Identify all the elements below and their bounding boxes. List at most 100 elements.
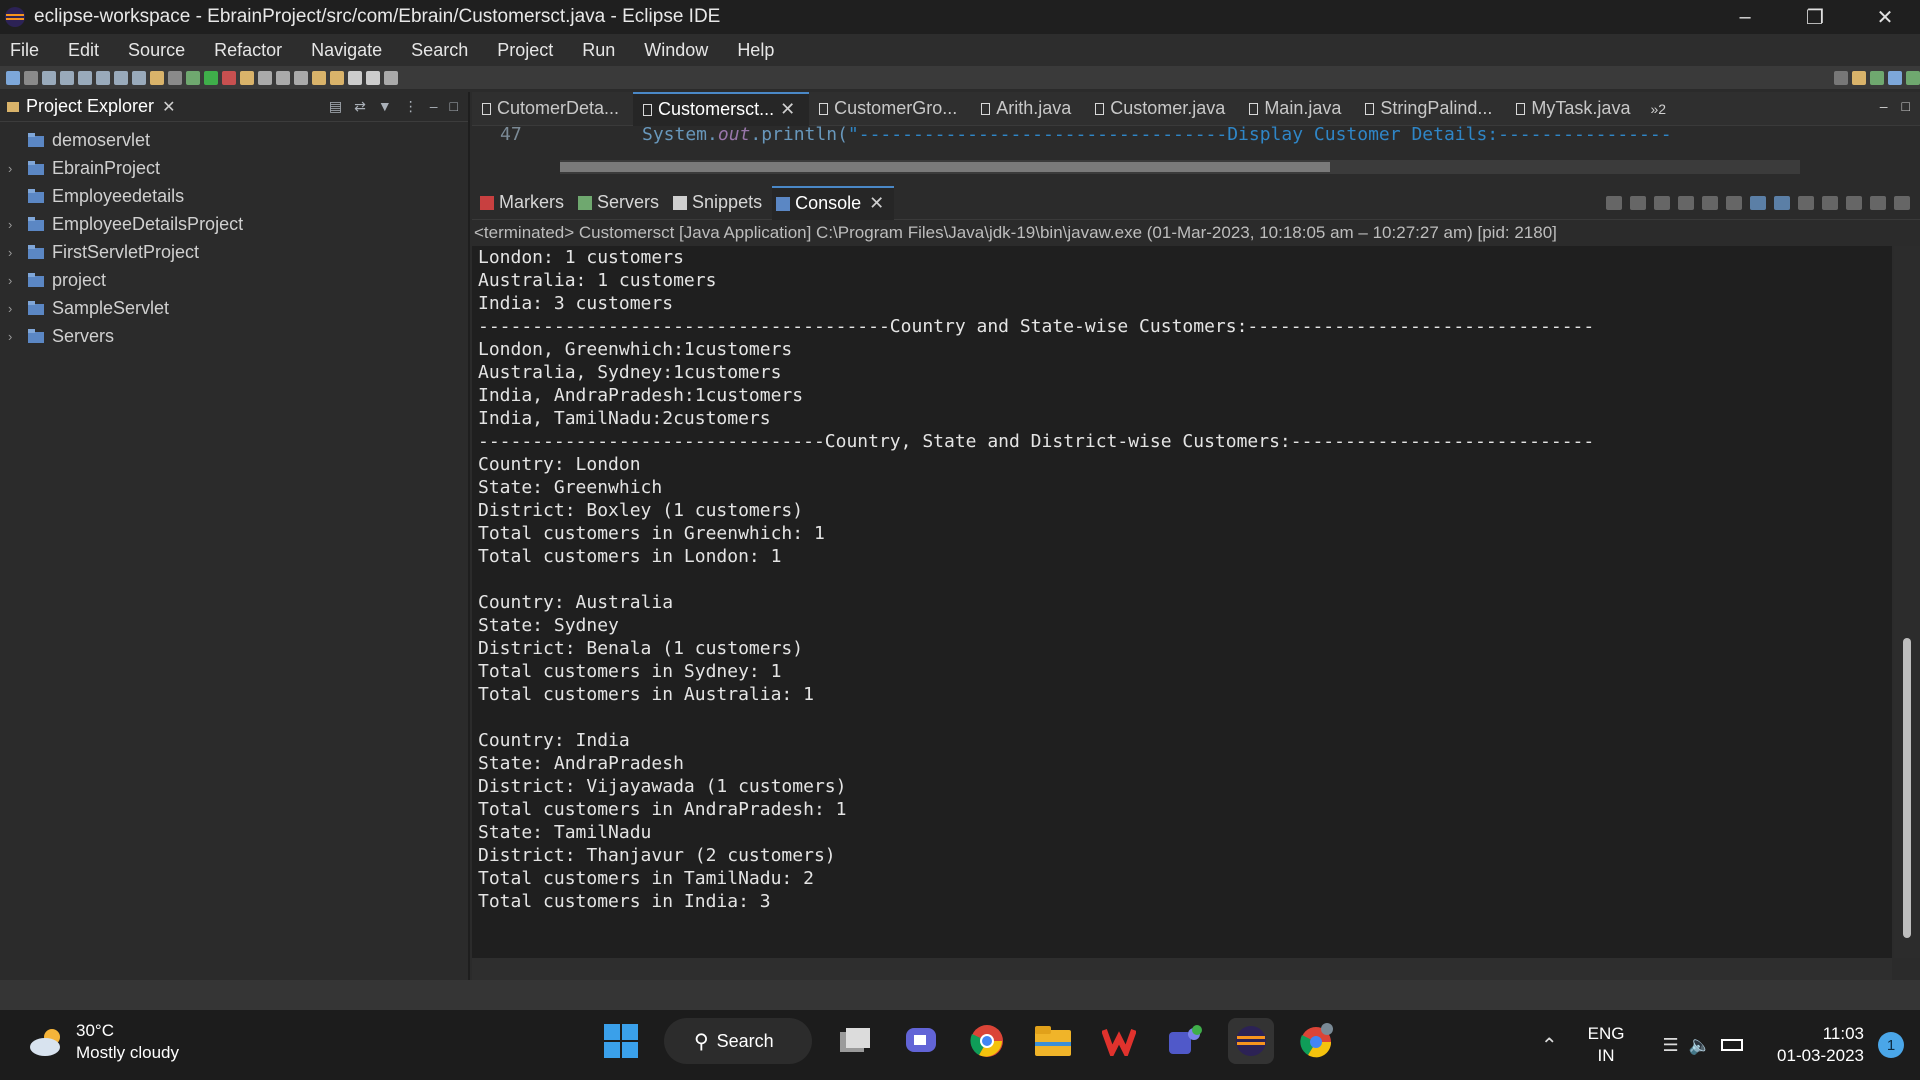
clock[interactable]: 11:03 01-03-2023 [1777, 1023, 1864, 1067]
tree-item[interactable]: demoservlet [0, 126, 468, 154]
show-stderr-icon[interactable] [1774, 196, 1790, 210]
tree-item[interactable]: › FirstServletProject [0, 238, 468, 266]
chrome-profile-icon[interactable] [1294, 1018, 1340, 1064]
menu-project[interactable]: Project [497, 40, 553, 61]
step-return-icon[interactable] [132, 70, 146, 85]
suspend-icon[interactable] [60, 70, 74, 85]
close-icon[interactable]: ✕ [780, 99, 795, 120]
remove-all-icon[interactable] [1654, 196, 1670, 210]
close-icon[interactable]: ✕ [162, 97, 175, 117]
tree-item[interactable]: › SampleServlet [0, 294, 468, 322]
tree-item[interactable]: › project [0, 266, 468, 294]
minimize-console-icon[interactable] [1870, 196, 1886, 210]
close-window-button[interactable]: ✕ [1850, 0, 1920, 34]
terminate-icon[interactable] [78, 70, 92, 85]
console-horizontal-scrollbar[interactable] [472, 958, 1892, 980]
forward-icon[interactable] [366, 70, 380, 85]
chrome-icon[interactable] [964, 1018, 1010, 1064]
console-vertical-scrollbar[interactable] [1894, 246, 1920, 958]
close-icon[interactable]: ✕ [869, 193, 884, 214]
scroll-lock-icon[interactable] [1702, 196, 1718, 210]
new-icon[interactable] [6, 70, 20, 85]
console-output[interactable]: London: 1 customers Australia: 1 customer… [472, 246, 1892, 958]
java-perspective-icon[interactable] [1888, 70, 1902, 85]
tree-item[interactable]: › EmployeeDetailsProject [0, 210, 468, 238]
menu-run[interactable]: Run [582, 40, 615, 61]
maximize-console-icon[interactable] [1894, 196, 1910, 210]
collapse-all-icon[interactable]: ▤ [329, 98, 342, 115]
chevron-up-icon[interactable]: ⌃ [1541, 1033, 1558, 1058]
wifi-icon[interactable]: ☰ [1662, 1035, 1678, 1056]
run-icon[interactable] [204, 70, 218, 85]
code-line[interactable]: 47 System.out.println("-----------------… [472, 122, 1882, 146]
eclipse-taskbar-icon[interactable] [1228, 1018, 1274, 1064]
step-over-icon[interactable] [114, 70, 128, 85]
new-package-icon[interactable] [240, 70, 254, 85]
console-tab[interactable]: Console ✕ [772, 185, 895, 220]
clear-console-icon[interactable] [1678, 196, 1694, 210]
chevron-right-icon[interactable]: › [8, 301, 24, 316]
task-view-icon[interactable] [832, 1018, 878, 1064]
pin-console-icon[interactable] [1798, 196, 1814, 210]
external-tools-icon[interactable] [222, 70, 236, 85]
chevron-right-icon[interactable]: › [8, 245, 24, 260]
filter-icon[interactable]: ▼ [378, 98, 392, 115]
file-explorer-icon[interactable] [1030, 1018, 1076, 1064]
next-annotation-icon[interactable] [330, 70, 344, 85]
editor-tab[interactable]: CustomerGro... [809, 92, 971, 126]
open-perspective-icon[interactable] [1852, 70, 1866, 85]
open-console-icon[interactable] [1846, 196, 1862, 210]
editor-tab[interactable]: Customer.java [1085, 92, 1239, 126]
chat-icon[interactable] [898, 1018, 944, 1064]
maximize-editor-icon[interactable]: □ [1902, 98, 1910, 114]
menu-help[interactable]: Help [737, 40, 774, 61]
weather-widget[interactable]: 30°C Mostly cloudy [28, 1020, 179, 1064]
menu-search[interactable]: Search [411, 40, 468, 61]
maximize-view-icon[interactable]: □ [450, 98, 458, 115]
console-tab[interactable]: Markers [476, 186, 574, 220]
scrollbar-thumb[interactable] [1903, 638, 1911, 938]
resume-icon[interactable] [42, 70, 56, 85]
open-folder-icon[interactable] [150, 70, 164, 85]
console-tab[interactable]: Snippets [669, 186, 772, 220]
menu-window[interactable]: Window [644, 40, 708, 61]
minimize-button[interactable]: – [1710, 0, 1780, 34]
search-tool-icon[interactable] [258, 70, 272, 85]
minimize-view-icon[interactable]: – [430, 98, 438, 115]
editor-tab[interactable]: MyTask.java [1506, 92, 1644, 126]
mark-occurrences-icon[interactable] [276, 70, 290, 85]
terminate-icon[interactable] [1606, 196, 1622, 210]
search-icon[interactable] [1834, 70, 1848, 85]
back-icon[interactable] [348, 70, 362, 85]
editor-tab[interactable]: Arith.java [971, 92, 1085, 126]
chevron-right-icon[interactable]: › [8, 161, 24, 176]
volume-icon[interactable]: 🔈 [1689, 1035, 1711, 1056]
tree-item[interactable]: › EbrainProject [0, 154, 468, 182]
chevron-right-icon[interactable]: › [8, 217, 24, 232]
notification-badge[interactable]: 1 [1878, 1032, 1904, 1058]
chevron-right-icon[interactable]: › [8, 329, 24, 344]
teams-icon[interactable] [1162, 1018, 1208, 1064]
tab-overflow[interactable]: »2 [1650, 101, 1666, 117]
debug-perspective-icon[interactable] [1870, 70, 1884, 85]
debug-icon[interactable] [186, 70, 200, 85]
build-icon[interactable] [168, 70, 182, 85]
git-perspective-icon[interactable] [1906, 70, 1920, 85]
tree-item[interactable]: › Servers [0, 322, 468, 350]
battery-icon[interactable] [1721, 1039, 1744, 1051]
link-editor-icon[interactable]: ⇄ [354, 98, 366, 115]
console-tab[interactable]: Servers [574, 186, 669, 220]
editor-tab[interactable]: StringPalind... [1355, 92, 1506, 126]
menu-file[interactable]: File [10, 40, 39, 61]
editor-tab[interactable]: CutomerDeta... [472, 92, 633, 126]
menu-navigate[interactable]: Navigate [311, 40, 382, 61]
start-button[interactable] [598, 1018, 644, 1064]
pin-editor-icon[interactable] [384, 70, 398, 85]
menu-source[interactable]: Source [128, 40, 185, 61]
prev-annotation-icon[interactable] [312, 70, 326, 85]
display-console-icon[interactable] [1822, 196, 1838, 210]
step-into-icon[interactable] [96, 70, 110, 85]
word-wrap-icon[interactable] [1726, 196, 1742, 210]
view-menu-icon[interactable]: ⋮ [404, 98, 418, 115]
editor-horizontal-scrollbar[interactable] [560, 160, 1800, 174]
